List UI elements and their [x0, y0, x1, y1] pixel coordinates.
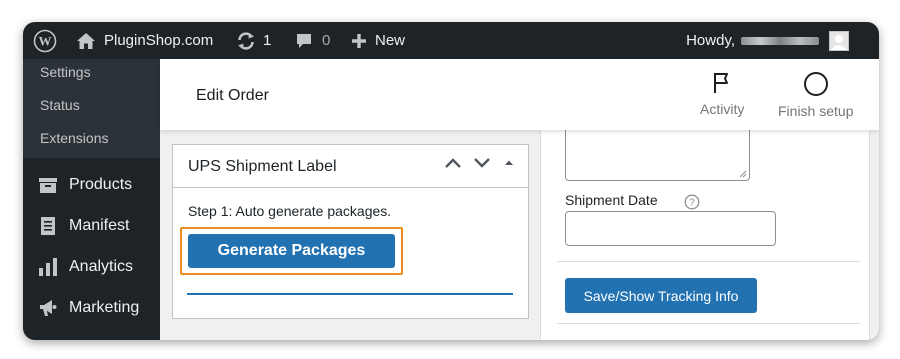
svg-text:?: ? — [689, 198, 695, 209]
tracking-panel: Shipment Date ? Save/Show Tracking Info — [540, 120, 870, 340]
flag-icon — [714, 73, 729, 93]
separator — [557, 323, 860, 324]
megaphone-icon — [36, 298, 60, 318]
separator — [557, 261, 860, 262]
sidebar-item-label: Analytics — [69, 258, 134, 275]
ups-shipment-label-box: UPS Shipment Label Step 1: Auto generate… — [172, 144, 529, 319]
divider — [187, 293, 513, 295]
admin-sidebar: Settings Status Extensions Products Mani… — [23, 59, 160, 340]
postbox-controls — [444, 157, 516, 169]
refresh-icon — [238, 31, 254, 50]
main-content: UPS Shipment Label Step 1: Auto generate… — [160, 120, 879, 340]
submenu-item-extensions[interactable]: Extensions — [40, 130, 108, 146]
sidebar-item-marketing[interactable]: Marketing — [23, 288, 160, 328]
finish-setup-button[interactable]: Finish setup — [778, 71, 853, 119]
finish-setup-label: Finish setup — [778, 103, 854, 119]
help-icon[interactable]: ? — [684, 194, 700, 210]
page-header: Edit Order Activity Finish setup — [160, 59, 879, 130]
redacted-username — [741, 36, 819, 45]
shipment-date-input[interactable] — [565, 211, 776, 246]
sidebar-item-label: Marketing — [69, 299, 140, 316]
progress-circle-icon — [803, 72, 828, 96]
new-label: New — [375, 32, 406, 49]
comments-count: 0 — [322, 32, 331, 49]
chevron-down-icon[interactable] — [473, 157, 491, 169]
svg-text:W: W — [39, 33, 52, 48]
sidebar-item-label: Products — [69, 176, 133, 193]
activity-label: Activity — [700, 101, 745, 117]
step-instruction: Step 1: Auto generate packages. — [188, 203, 392, 219]
howdy-label: Howdy, — [686, 32, 735, 49]
updates-link[interactable]: 1 — [236, 22, 271, 59]
browser-frame: W PluginShop.com 1 0 New Howdy, Settings… — [23, 22, 879, 340]
chevron-up-icon[interactable] — [444, 157, 462, 169]
admin-bar: W PluginShop.com 1 0 New Howdy, — [23, 22, 879, 59]
plus-icon — [352, 33, 366, 48]
updates-count: 1 — [263, 32, 272, 49]
new-content-link[interactable]: New — [351, 22, 405, 59]
highlight-outline: Generate Packages — [180, 227, 403, 275]
wordpress-logo-icon[interactable]: W — [33, 22, 57, 59]
account-menu[interactable]: Howdy, — [686, 22, 849, 59]
avatar — [829, 30, 849, 51]
submenu-item-status[interactable]: Status — [40, 97, 80, 113]
home-icon — [77, 32, 95, 49]
woocommerce-submenu: Settings Status Extensions — [23, 59, 160, 158]
save-tracking-button[interactable]: Save/Show Tracking Info — [565, 278, 757, 313]
activity-button[interactable]: Activity — [700, 71, 744, 117]
site-name: PluginShop.com — [104, 32, 214, 49]
resize-handle-icon[interactable] — [738, 169, 747, 178]
page-title: Edit Order — [196, 87, 269, 104]
sidebar-item-manifest[interactable]: Manifest — [23, 206, 160, 246]
sidebar-item-label: Manifest — [69, 217, 130, 234]
sidebar-item-analytics[interactable]: Analytics — [23, 247, 160, 287]
comments-link[interactable]: 0 — [295, 22, 330, 59]
postbox-title: UPS Shipment Label — [188, 158, 337, 175]
archive-icon — [36, 176, 60, 194]
sidebar-item-products[interactable]: Products — [23, 165, 160, 205]
collapse-triangle-icon[interactable] — [502, 157, 516, 169]
shipment-date-label: Shipment Date — [565, 192, 658, 208]
comment-icon — [297, 33, 311, 48]
postbox-header: UPS Shipment Label — [173, 145, 528, 188]
site-link[interactable]: PluginShop.com — [76, 22, 213, 59]
generate-packages-button[interactable]: Generate Packages — [188, 234, 395, 268]
document-icon — [36, 216, 60, 236]
submenu-item-settings[interactable]: Settings — [40, 64, 91, 80]
bar-chart-icon — [36, 258, 60, 276]
